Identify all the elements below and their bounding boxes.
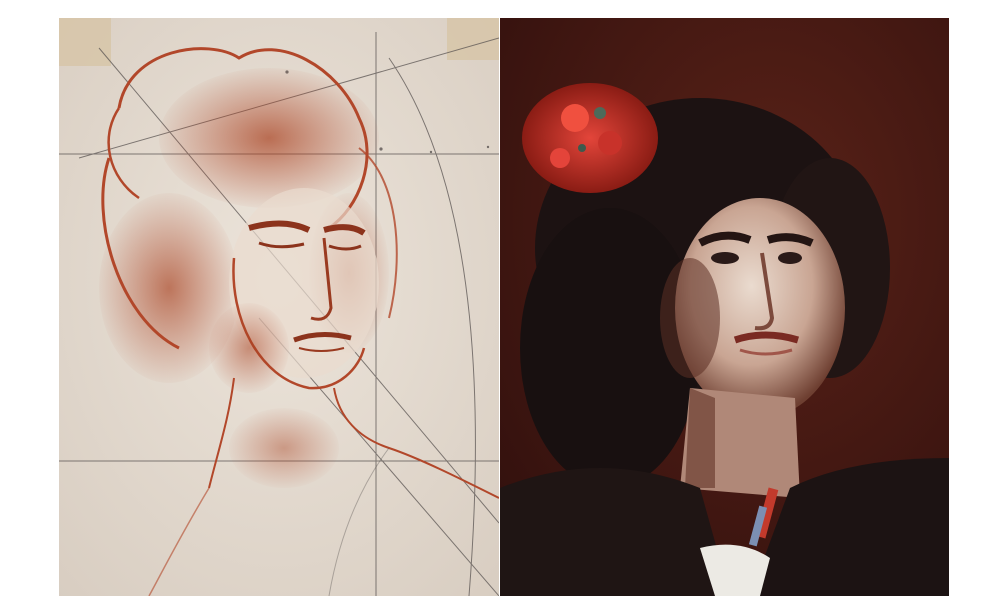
tape-corner	[447, 18, 499, 60]
oil-painting-panel	[500, 18, 949, 596]
neck	[680, 388, 800, 498]
red-chalk-sketch-panel	[59, 18, 499, 596]
red-flower	[522, 83, 658, 193]
painting-image	[500, 18, 949, 596]
tape-corner	[59, 18, 111, 66]
sketch-drawing	[59, 18, 499, 596]
